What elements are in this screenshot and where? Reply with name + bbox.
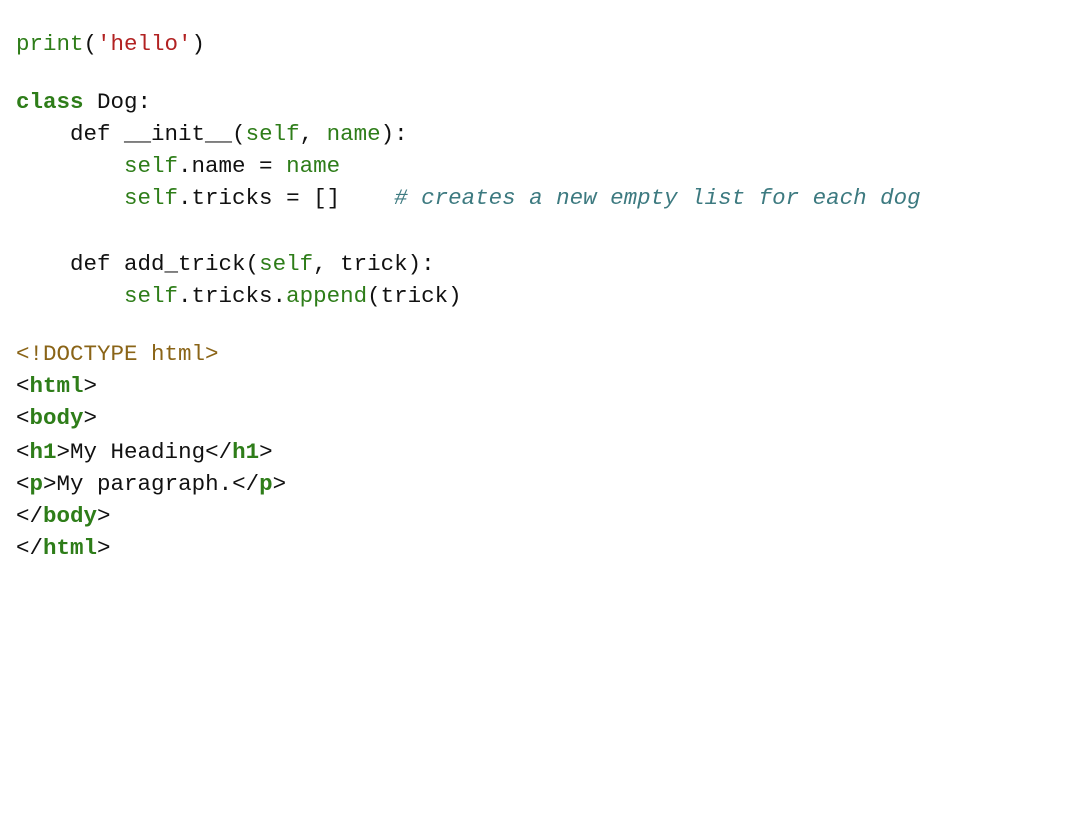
tag-close-lt: </: [232, 471, 260, 497]
p-text: My paragraph.: [56, 471, 233, 497]
tag-lt: <: [16, 373, 30, 399]
code-line-p: <p>My paragraph.</p>: [16, 468, 286, 500]
self-ref: self: [124, 153, 179, 179]
code-line-html-close: </html>: [16, 532, 111, 564]
tag-lt: <: [16, 439, 30, 465]
keyword-def: def: [70, 121, 111, 147]
self-param: self: [245, 121, 300, 147]
paren-close: ): [191, 31, 206, 57]
code-line-init: def __init__(self, name):: [16, 118, 408, 150]
tag-close-lt: </: [16, 535, 44, 561]
tag-gt: >: [97, 535, 111, 561]
method-signature: add_trick(: [110, 251, 260, 277]
call-args: (trick): [367, 283, 462, 309]
tag-gt: >: [83, 373, 98, 399]
string-literal: 'hello': [97, 31, 192, 57]
tag-name-html: html: [29, 373, 84, 399]
doctype: <!DOCTYPE html>: [16, 341, 219, 367]
name-param: name: [326, 121, 381, 147]
code-line-doctype: <!DOCTYPE html>: [16, 338, 219, 370]
builtin-print: print: [16, 31, 84, 57]
code-line-html-open: <html>: [16, 370, 97, 402]
class-name: Dog:: [83, 89, 152, 115]
self-ref: self: [124, 185, 179, 211]
attr-assign: .name =: [178, 153, 287, 179]
tag-name-html-close: html: [43, 535, 98, 561]
tag-name-p: p: [29, 471, 44, 497]
code-line-h1: <h1>My Heading</h1>: [16, 436, 273, 468]
method-signature: __init__(: [110, 121, 246, 147]
tag-name-h1-close: h1: [232, 439, 260, 465]
tag-name-body-close: body: [43, 503, 98, 529]
tag-name-body: body: [29, 405, 84, 431]
param-sep: ,: [299, 121, 327, 147]
signature-close: ):: [380, 121, 408, 147]
tag-gt: >: [272, 471, 287, 497]
param-rest: , trick):: [313, 251, 435, 277]
name-value: name: [286, 153, 341, 179]
tag-gt: >: [43, 471, 57, 497]
code-line-class: class Dog:: [16, 86, 151, 118]
code-line-print: print('hello'): [16, 28, 205, 60]
h1-text: My Heading: [70, 439, 206, 465]
tag-gt: >: [56, 439, 71, 465]
tag-close-lt: </: [16, 503, 44, 529]
self-param: self: [259, 251, 314, 277]
tag-close-lt: </: [205, 439, 233, 465]
attr-access: .tricks.: [178, 283, 287, 309]
tag-gt: >: [83, 405, 98, 431]
paren-open: (: [83, 31, 98, 57]
code-line-self-name: self.name = name: [16, 150, 340, 182]
inline-comment: # creates a new empty list for each dog: [394, 185, 921, 211]
code-line-self-tricks: self.tricks = [] # creates a new empty l…: [16, 182, 921, 214]
code-line-body-close: </body>: [16, 500, 111, 532]
tag-gt: >: [259, 439, 273, 465]
tag-name-h1: h1: [29, 439, 57, 465]
tag-gt: >: [97, 503, 111, 529]
self-ref: self: [124, 283, 179, 309]
code-line-append: self.tricks.append(trick): [16, 280, 462, 312]
code-snippet: print('hello') class Dog: def __init__(s…: [16, 0, 921, 832]
attr-assign: .tricks = []: [178, 185, 341, 211]
tag-lt: <: [16, 471, 30, 497]
code-line-body-open: <body>: [16, 402, 97, 434]
tag-name-p-close: p: [259, 471, 273, 497]
method-append: append: [286, 283, 368, 309]
keyword-class: class: [16, 89, 84, 115]
code-line-add-trick: def add_trick(self, trick):: [16, 248, 435, 280]
tag-lt: <: [16, 405, 30, 431]
keyword-def: def: [70, 251, 111, 277]
